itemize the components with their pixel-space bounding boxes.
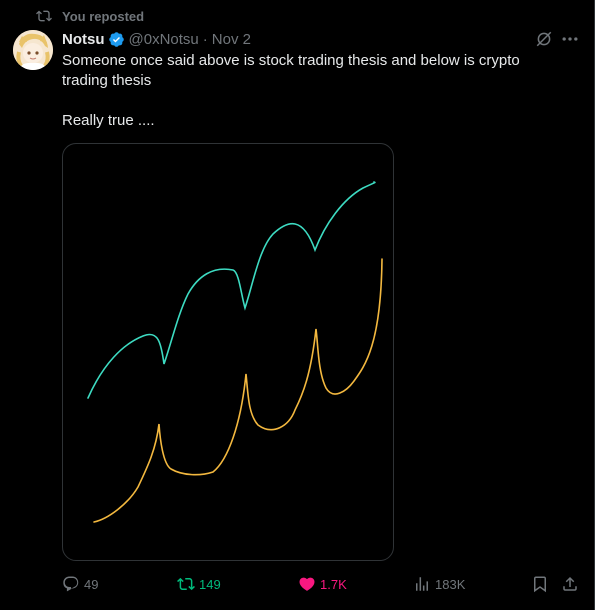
upper-curve bbox=[87, 181, 376, 399]
more-icon[interactable] bbox=[560, 29, 580, 49]
bookmark-icon bbox=[534, 576, 546, 593]
views-button[interactable]: 183K bbox=[413, 574, 465, 594]
like-count: 1.7K bbox=[320, 576, 347, 592]
tweet-media[interactable] bbox=[62, 143, 394, 561]
tweet-text-line: Someone once said above is stock trading… bbox=[62, 52, 520, 89]
lower-curve bbox=[93, 258, 383, 523]
reply-count: 49 bbox=[84, 576, 99, 592]
reply-icon bbox=[63, 576, 79, 592]
tweet-text: Someone once said above is stock trading… bbox=[62, 51, 562, 131]
repost-count: 149 bbox=[199, 576, 221, 592]
verified-badge-icon bbox=[108, 31, 124, 47]
like-button[interactable]: 1.7K bbox=[298, 574, 347, 594]
avatar[interactable] bbox=[13, 30, 53, 70]
reply-button[interactable]: 49 bbox=[62, 574, 98, 594]
action-bar: 49 149 1.7K 183K bbox=[62, 574, 582, 594]
repost-indicator[interactable]: You reposted bbox=[36, 8, 144, 24]
author-handle[interactable]: @0xNotsu bbox=[129, 31, 199, 48]
tweet-text-line: Really true .... bbox=[62, 112, 155, 129]
share-icon bbox=[563, 576, 577, 591]
repost-icon bbox=[36, 10, 52, 22]
heart-icon bbox=[299, 577, 315, 591]
repost-label: You reposted bbox=[62, 8, 145, 24]
bookmark-button[interactable] bbox=[531, 574, 549, 594]
author-name[interactable]: Notsu bbox=[62, 31, 105, 48]
grok-icon[interactable] bbox=[535, 30, 553, 48]
views-count: 183K bbox=[435, 576, 466, 592]
tweet-date[interactable]: Nov 2 bbox=[212, 31, 251, 48]
repost-icon bbox=[177, 577, 195, 591]
views-icon bbox=[416, 577, 428, 591]
separator-dot: · bbox=[202, 30, 208, 48]
share-button[interactable] bbox=[561, 574, 579, 594]
tweet-header: Notsu @0xNotsu · Nov 2 bbox=[62, 29, 532, 49]
repost-button[interactable]: 149 bbox=[177, 574, 221, 594]
